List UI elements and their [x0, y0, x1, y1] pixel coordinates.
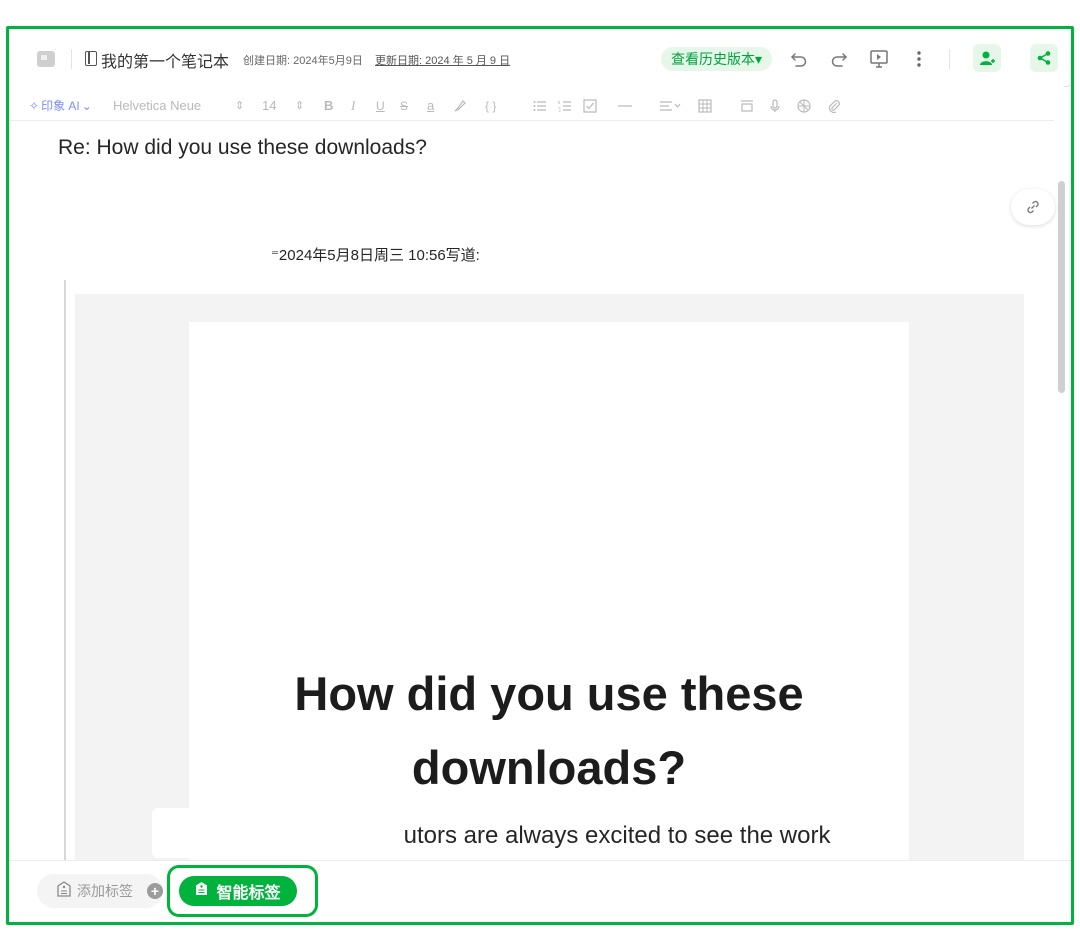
ai-assistant-button[interactable]: ✧ 印象 AI ⌄ — [29, 96, 92, 116]
email-content-background: How did you use these downloads? utors a… — [75, 294, 1024, 884]
blank-overlay — [152, 808, 392, 858]
strikethrough-button[interactable]: S — [400, 96, 408, 116]
ai-label: 印象 AI — [41, 99, 80, 113]
sparkle-icon: ✧ — [29, 99, 40, 113]
share-icon[interactable] — [1030, 44, 1058, 72]
email-card: How did you use these downloads? utors a… — [189, 322, 909, 884]
add-tag-label: 添加标签 — [77, 883, 133, 899]
microphone-icon[interactable] — [769, 96, 781, 116]
note-header: 我的第一个笔记本 创建日期: 2024年5月9日 更新日期: 2024 年 5 … — [9, 29, 1071, 91]
quoted-reply-header: ⁼2024年5月8日周三 10:56写道: — [271, 247, 480, 264]
add-circle-icon[interactable]: + — [147, 883, 163, 899]
font-family-select[interactable]: Helvetica Neue — [113, 96, 201, 116]
email-heading: How did you use these downloads? — [294, 667, 804, 794]
divider-line-icon[interactable] — [618, 96, 632, 116]
view-history-button[interactable]: 查看历史版本▾ — [661, 47, 772, 71]
bold-button[interactable]: B — [324, 96, 333, 116]
underline-button[interactable]: U — [376, 96, 385, 116]
align-icon[interactable] — [660, 96, 682, 116]
checklist-icon[interactable] — [583, 96, 597, 116]
font-family-stepper-icon[interactable]: ⇕ — [235, 96, 244, 116]
divider — [71, 49, 72, 69]
add-tag-button[interactable]: 添加标签 — [37, 874, 163, 908]
email-body-text: utors are always excited to see the work — [394, 822, 831, 849]
note-title[interactable]: Re: How did you use these downloads? — [58, 136, 427, 160]
divider — [949, 49, 950, 69]
scrollbar-thumb[interactable] — [1058, 181, 1065, 393]
notebook-icon — [85, 51, 97, 66]
numbered-list-icon[interactable] — [558, 96, 572, 116]
highlighter-icon[interactable] — [453, 96, 467, 116]
invite-user-icon[interactable] — [973, 44, 1001, 72]
tag-icon — [195, 881, 208, 901]
smart-tag-label: 智能标签 — [216, 885, 281, 902]
bullet-list-icon[interactable] — [533, 96, 547, 116]
italic-button[interactable]: I — [351, 96, 355, 116]
tag-bar: 添加标签 + 智能标签 — [9, 860, 1071, 922]
redo-icon[interactable] — [827, 47, 851, 71]
format-toolbar: ✧ 印象 AI ⌄ Helvetica Neue ⇕ 14 ⇕ B I U S … — [9, 91, 1054, 121]
font-color-button[interactable]: a — [427, 96, 434, 116]
table-icon[interactable] — [698, 96, 712, 116]
presentation-icon[interactable] — [867, 47, 891, 71]
editor-window: 我的第一个笔记本 创建日期: 2024年5月9日 更新日期: 2024 年 5 … — [6, 26, 1074, 925]
font-size-select[interactable]: 14 — [262, 96, 276, 116]
quote-bar — [64, 280, 66, 880]
updated-date[interactable]: 更新日期: 2024 年 5 月 9 日 — [375, 52, 510, 68]
undo-icon[interactable] — [787, 47, 811, 71]
code-block-button[interactable]: { } — [485, 96, 496, 116]
palette-icon[interactable] — [797, 96, 811, 116]
font-size-stepper-icon[interactable]: ⇕ — [295, 96, 304, 116]
window-corner — [1064, 77, 1071, 87]
link-icon[interactable] — [1011, 189, 1055, 225]
created-date: 创建日期: 2024年5月9日 — [243, 55, 363, 67]
smart-tag-button[interactable]: 智能标签 — [179, 876, 297, 906]
tag-icon — [57, 880, 71, 902]
sidebar-toggle-icon[interactable] — [37, 51, 55, 67]
more-options-icon[interactable] — [907, 47, 931, 71]
attachment-icon[interactable] — [827, 96, 841, 116]
notebook-name[interactable]: 我的第一个笔记本 — [101, 48, 229, 72]
chevron-down-icon: ⌄ — [81, 99, 92, 113]
section-icon[interactable] — [740, 96, 754, 116]
